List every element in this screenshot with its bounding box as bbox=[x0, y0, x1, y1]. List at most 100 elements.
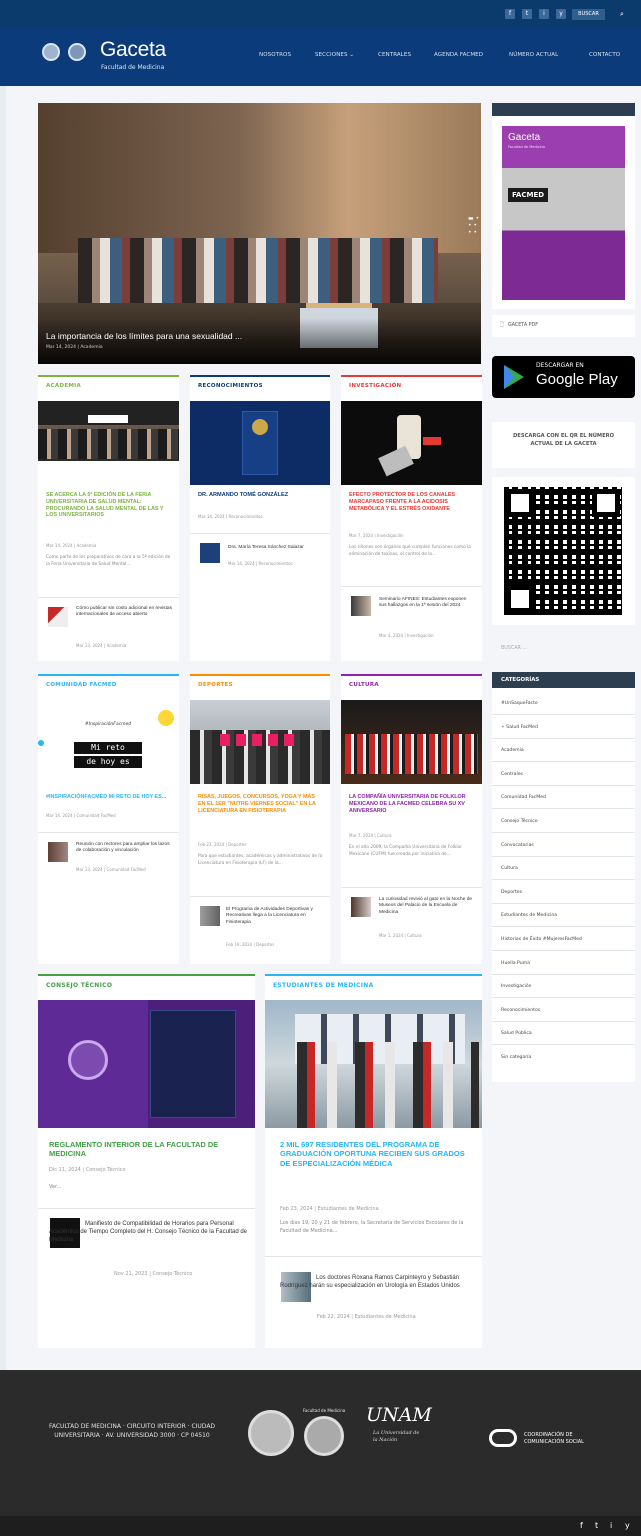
category-item[interactable]: Estudiantes de Medicina bbox=[501, 913, 557, 918]
search-button[interactable]: BUSCAR bbox=[572, 9, 605, 20]
nav-contacto[interactable]: CONTACTO bbox=[589, 52, 620, 58]
facebook-icon[interactable]: f bbox=[580, 1521, 583, 1530]
nav-centrales[interactable]: CENTRALES bbox=[378, 52, 411, 58]
post-image[interactable] bbox=[38, 1000, 255, 1128]
instagram-icon[interactable]: i bbox=[610, 1521, 612, 1530]
post-title[interactable]: DR. ARMANDO TOMÉ GONZÁLEZ bbox=[198, 492, 323, 499]
post-thumbnail[interactable] bbox=[351, 897, 371, 917]
image-text-line-1: Mi reto bbox=[74, 742, 142, 754]
small-post-meta: Feb 19, 2024 | Deportes bbox=[226, 942, 275, 947]
post-title[interactable]: REGLAMENTO INTERIOR DE LA FACULTAD DE ME… bbox=[49, 1140, 249, 1159]
category-item[interactable]: Historias de Éxito #MujeresFacMed bbox=[501, 937, 582, 942]
small-post-title[interactable]: La curiosidad revivió al gato en la Noch… bbox=[379, 897, 475, 916]
site-logo-title[interactable]: Gaceta bbox=[100, 38, 166, 62]
category-label[interactable]: INVESTIGACIÓN bbox=[349, 383, 401, 389]
post-thumbnail[interactable] bbox=[48, 842, 68, 862]
category-item[interactable]: Sin categoría bbox=[501, 1055, 531, 1060]
gaceta-pdf-widget[interactable]: 🗋 GACETA PDF bbox=[492, 315, 635, 337]
small-post-title[interactable]: Manifiesto de Compatibilidad de Horarios… bbox=[49, 1220, 249, 1244]
post-title[interactable]: RISAS, JUEGOS, CONCURSOS, YOGA Y MÁS EN … bbox=[198, 794, 323, 814]
post-title[interactable]: 2 MIL 697 RESIDENTES DEL PROGRAMA DE GRA… bbox=[280, 1140, 475, 1168]
category-divider bbox=[492, 950, 635, 951]
category-divider bbox=[492, 785, 635, 786]
category-item[interactable]: + Salud FacMed bbox=[501, 725, 538, 730]
post-image[interactable] bbox=[341, 401, 482, 485]
post-meta: Mar 14, 2024 | Comunidad FacMed bbox=[46, 813, 116, 818]
hero-meta: Mar 14, 2024 | Academia bbox=[46, 345, 103, 350]
small-post-title[interactable]: Cómo publicar sin costo adicional en rev… bbox=[76, 606, 172, 619]
post-title[interactable]: LA COMPAÑÍA UNIVERSITARIA DE FOLKLOR MEX… bbox=[349, 794, 475, 814]
post-image[interactable] bbox=[341, 700, 482, 784]
nav-numero-actual[interactable]: NÚMERO ACTUAL bbox=[509, 52, 558, 58]
small-post-title[interactable]: El Programa de Actividades Deportivas y … bbox=[226, 907, 322, 926]
category-item[interactable]: Investigación bbox=[501, 984, 532, 989]
category-item[interactable]: Deportes bbox=[501, 890, 522, 895]
post-title[interactable]: #INSPIRACIÓNFACMED MI RETO DE HOY ES... bbox=[46, 794, 171, 801]
post-thumbnail[interactable] bbox=[48, 607, 68, 627]
post-image[interactable] bbox=[190, 401, 330, 485]
small-post-title[interactable]: Seminario AFINES: Estudiantes exponen su… bbox=[379, 597, 475, 610]
gaceta-pdf-link[interactable]: GACETA PDF bbox=[508, 323, 538, 328]
site-header: Gaceta Facultad de Medicina NOSOTROS SEC… bbox=[0, 28, 641, 86]
slider-dots[interactable]: ▬ • • • • • bbox=[468, 215, 481, 236]
post-thumbnail[interactable] bbox=[200, 906, 220, 926]
category-label[interactable]: ESTUDIANTES DE MEDICINA bbox=[273, 982, 374, 989]
instagram-icon[interactable]: i bbox=[539, 9, 549, 19]
category-divider bbox=[492, 879, 635, 880]
post-excerpt: Los riñones son órganos que cumplen func… bbox=[349, 545, 471, 557]
card-accent-bar bbox=[38, 375, 179, 377]
category-label[interactable]: RECONOCIMIENTOS bbox=[198, 383, 263, 389]
cover-subtitle: Facultad de Medicina bbox=[508, 145, 545, 149]
category-item[interactable]: Academia bbox=[501, 748, 524, 753]
search-icon[interactable]: ⌕ bbox=[620, 9, 631, 20]
post-image[interactable]: #InspiraciónFacmed Mi reto de hoy es bbox=[38, 700, 179, 784]
category-item[interactable]: Comunidad FacMed bbox=[501, 795, 546, 800]
gaceta-cover-image[interactable]: Gaceta Facultad de Medicina FACMED bbox=[502, 126, 625, 300]
post-thumbnail[interactable] bbox=[351, 596, 371, 616]
sidebar-search[interactable]: BUSCAR ... bbox=[492, 640, 635, 658]
nav-secciones[interactable]: SECCIONES ⌄ bbox=[315, 52, 354, 58]
category-item[interactable]: Consejo Técnico bbox=[501, 819, 538, 824]
category-item[interactable]: #UnSaqueFacto bbox=[501, 701, 538, 706]
group-shape bbox=[38, 429, 179, 459]
post-image[interactable] bbox=[38, 401, 179, 461]
small-post-title[interactable]: Dra. María Teresa Sánchez Salazar bbox=[228, 545, 323, 551]
category-label[interactable]: DEPORTES bbox=[198, 682, 233, 688]
cover-badge: FACMED bbox=[508, 188, 548, 202]
category-item[interactable]: Huella Puma bbox=[501, 961, 530, 966]
post-title[interactable]: SE ACERCA LA 5ª EDICIÓN DE LA FERIA UNIV… bbox=[46, 492, 171, 519]
twitter-icon[interactable]: t bbox=[595, 1521, 598, 1530]
nav-agenda-facmed[interactable]: AGENDA FACMED bbox=[434, 52, 483, 58]
youtube-icon[interactable]: y bbox=[625, 1521, 630, 1530]
hero-title[interactable]: La importancia de los límites para una s… bbox=[46, 331, 242, 341]
google-play-badge[interactable]: DESCARGAR EN Google Play bbox=[492, 356, 635, 398]
twitter-icon[interactable]: t bbox=[522, 9, 532, 19]
category-item[interactable]: Convocatorias bbox=[501, 843, 534, 848]
post-thumbnail[interactable] bbox=[200, 543, 220, 563]
facebook-icon[interactable]: f bbox=[505, 9, 515, 19]
small-post-title[interactable]: Reunión con rectores para ampliar los la… bbox=[76, 842, 172, 855]
category-item[interactable]: Salud Pública bbox=[501, 1031, 532, 1036]
category-item[interactable]: Cultura bbox=[501, 866, 518, 871]
sidebar-search-input[interactable]: BUSCAR ... bbox=[501, 646, 527, 651]
category-label[interactable]: CULTURA bbox=[349, 682, 379, 688]
category-divider bbox=[492, 1021, 635, 1022]
gaceta-cover-widget[interactable]: Gaceta Facultad de Medicina FACMED bbox=[492, 116, 635, 309]
card-accent-bar bbox=[38, 974, 255, 976]
youtube-icon[interactable]: y bbox=[556, 9, 566, 19]
post-image[interactable] bbox=[190, 700, 330, 784]
category-divider bbox=[492, 808, 635, 809]
category-item[interactable]: Centrales bbox=[501, 772, 523, 777]
category-label[interactable]: COMUNIDAD FACMED bbox=[46, 682, 117, 688]
post-image[interactable] bbox=[265, 1000, 482, 1128]
people-shape bbox=[279, 1042, 479, 1128]
site-logo-subtitle: Facultad de Medicina bbox=[101, 64, 165, 71]
small-post-title[interactable]: Los doctores Roxana Ramos Carpinteyro y … bbox=[280, 1274, 476, 1290]
post-title[interactable]: EFECTO PROTECTOR DE LOS CANALES MARCAPAS… bbox=[349, 492, 475, 512]
category-label[interactable]: CONSEJO TÉCNICO bbox=[46, 982, 112, 989]
footer-bottom-bar: f t i y bbox=[0, 1516, 641, 1536]
category-label[interactable]: ACADEMIA bbox=[46, 383, 81, 389]
signs-shape bbox=[220, 734, 300, 746]
category-item[interactable]: Reconocimientos bbox=[501, 1008, 540, 1013]
nav-nosotros[interactable]: NOSOTROS bbox=[259, 52, 291, 58]
